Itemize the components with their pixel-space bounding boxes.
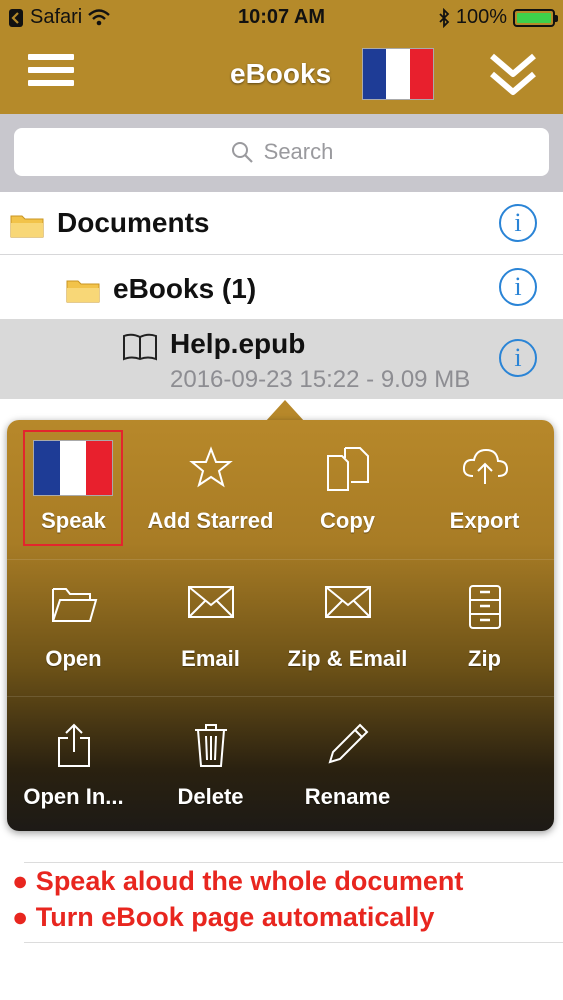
search-icon bbox=[231, 142, 253, 163]
info-icon[interactable]: i bbox=[499, 268, 537, 306]
file-row-ebooks[interactable]: eBooks (1) i bbox=[0, 255, 563, 319]
action-label: Open bbox=[45, 646, 102, 671]
search-placeholder: Search bbox=[263, 139, 334, 164]
pencil-icon bbox=[328, 723, 368, 764]
file-name: eBooks (1) bbox=[113, 273, 257, 304]
navigation-bar: eBooks bbox=[0, 36, 563, 114]
file-row-help-epub[interactable]: Help.epub 2016-09-23 15:22 - 9.09 MB i bbox=[0, 319, 563, 399]
action-label: Zip bbox=[468, 646, 501, 671]
file-row-documents[interactable]: Documents i bbox=[0, 192, 563, 255]
action-label: Open In... bbox=[23, 784, 124, 809]
folder-icon bbox=[66, 280, 100, 303]
action-label: Delete bbox=[177, 784, 244, 809]
search-input[interactable]: Search bbox=[14, 128, 549, 176]
folder-icon bbox=[10, 215, 44, 238]
action-email[interactable]: Email bbox=[142, 558, 279, 695]
battery-icon bbox=[513, 8, 558, 27]
file-name: Help.epub bbox=[170, 328, 306, 359]
file-meta: 2016-09-23 15:22 - 9.09 MB bbox=[170, 366, 471, 393]
feature-note: ● Speak aloud the whole document bbox=[12, 866, 464, 896]
action-zip[interactable]: Zip bbox=[416, 558, 553, 695]
action-label: Zip & Email bbox=[287, 646, 408, 671]
action-copy[interactable]: Copy bbox=[279, 420, 416, 557]
book-icon bbox=[123, 333, 157, 361]
folder-open-icon bbox=[51, 588, 97, 622]
star-icon bbox=[188, 446, 233, 488]
menu-icon[interactable] bbox=[28, 54, 74, 94]
search-area: Search bbox=[0, 114, 563, 192]
action-rename[interactable]: Rename bbox=[279, 696, 416, 833]
action-export[interactable]: Export bbox=[416, 420, 553, 557]
copy-icon bbox=[326, 447, 369, 491]
zip-cabinet-icon bbox=[468, 585, 501, 629]
bluetooth-icon bbox=[439, 7, 450, 28]
action-zip-email[interactable]: Zip & Email bbox=[279, 558, 416, 695]
double-chevron-down-icon[interactable] bbox=[488, 50, 538, 98]
envelope-icon bbox=[324, 586, 371, 618]
feature-note: ● Turn eBook page automatically bbox=[12, 902, 435, 932]
cloud-upload-icon bbox=[462, 448, 508, 484]
action-label: Speak bbox=[41, 508, 106, 533]
language-flag-icon[interactable] bbox=[362, 48, 434, 100]
nav-title: eBooks bbox=[230, 58, 332, 89]
info-icon[interactable]: i bbox=[499, 204, 537, 242]
action-label: Email bbox=[181, 646, 240, 671]
trash-icon bbox=[194, 724, 227, 767]
action-add-starred[interactable]: Add Starred bbox=[142, 420, 279, 557]
action-label: Add Starred bbox=[147, 508, 274, 533]
info-icon[interactable]: i bbox=[499, 339, 537, 377]
action-delete[interactable]: Delete bbox=[142, 696, 279, 833]
status-right: 100% bbox=[438, 6, 558, 29]
action-speak[interactable]: Speak bbox=[5, 420, 142, 557]
share-icon bbox=[57, 723, 90, 767]
envelope-icon bbox=[187, 586, 234, 618]
status-bar: Safari 10:07 AM 100% bbox=[0, 0, 563, 36]
action-label: Export bbox=[449, 508, 520, 533]
action-label: Copy bbox=[320, 508, 375, 533]
battery-percent: 100% bbox=[455, 6, 507, 28]
action-open-in[interactable]: Open In... bbox=[5, 696, 142, 833]
popover-arrow bbox=[265, 400, 305, 422]
file-name: Documents bbox=[57, 207, 210, 238]
action-open[interactable]: Open bbox=[5, 558, 142, 695]
action-label: Rename bbox=[304, 784, 391, 809]
